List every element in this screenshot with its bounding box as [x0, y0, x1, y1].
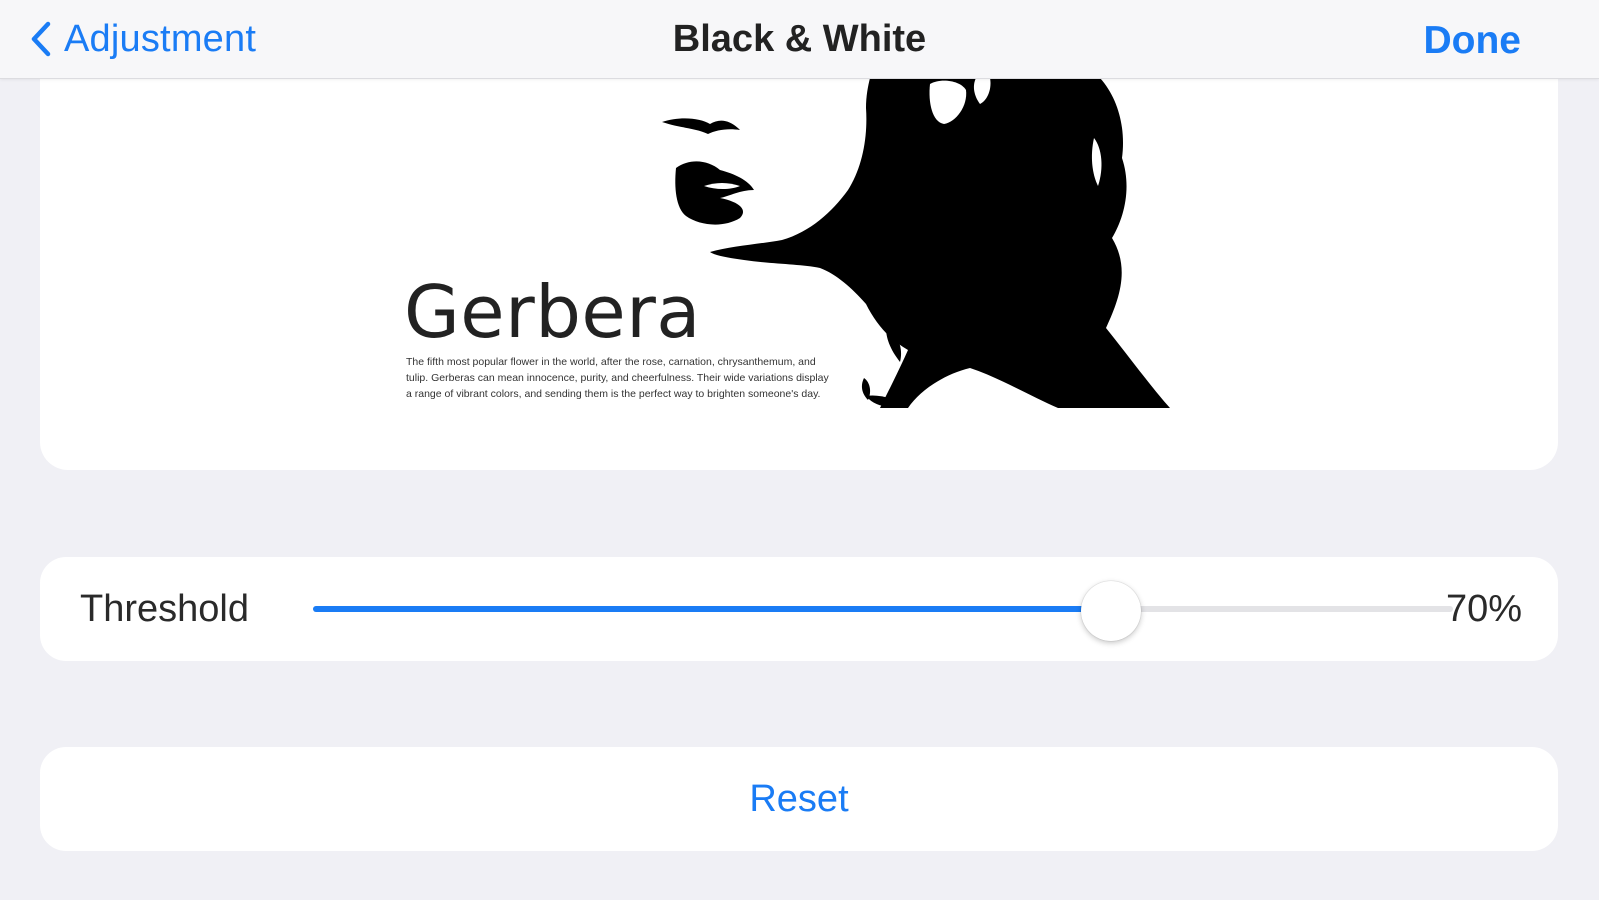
artwork-body-text: The fifth most popular flower in the wor… [406, 356, 829, 400]
page-title: Black & White [672, 18, 927, 60]
artwork-heading: Gerbera [404, 270, 701, 354]
slider-fill [313, 606, 1111, 612]
slider-thumb[interactable] [1081, 581, 1141, 641]
threshold-control: Threshold 70% [40, 557, 1558, 661]
navigation-bar: Adjustment Black & White Done [0, 0, 1599, 79]
image-preview: Gerbera The fifth most popular flower in… [40, 78, 1558, 470]
reset-button[interactable]: Reset [40, 747, 1558, 851]
threshold-label: Threshold [80, 588, 249, 630]
reset-button-label: Reset [749, 778, 849, 820]
threshold-value: 70% [1445, 588, 1522, 630]
portrait-artwork [662, 78, 1170, 408]
threshold-slider[interactable] [313, 581, 1453, 641]
done-button[interactable]: Done [1424, 16, 1522, 66]
